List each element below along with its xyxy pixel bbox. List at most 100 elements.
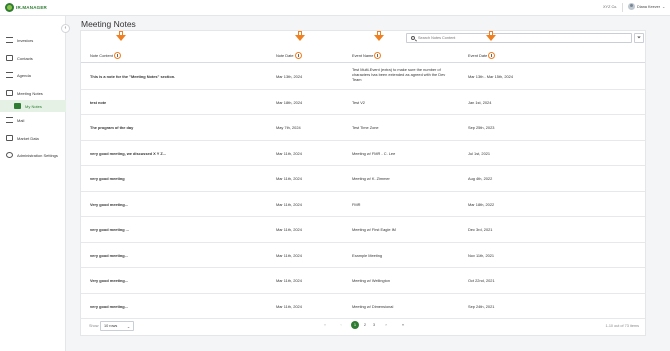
sidebar-item-label: My Notes [25,103,42,109]
table-row[interactable]: Very good meeting... Mar 11th, 2024 FMR … [81,192,645,217]
note-date-cell: May 7th, 2024 [276,125,301,130]
table-row[interactable]: The program of the day May 7th, 2024 Tes… [81,115,645,141]
annotation-arrow-icon [486,31,496,41]
note-date-cell: Mar 11th, 2024 [276,252,302,258]
filter-button[interactable]: ⏷ [634,33,644,43]
filter-icon: ⏷ [636,35,641,41]
first-page-button[interactable]: « [321,321,329,329]
agenda-icon [6,72,13,78]
sidebar-item-label: Meeting Notes [17,90,43,96]
page-title: Meeting Notes [81,19,136,29]
prev-page-button[interactable]: ‹ [337,321,345,329]
table-row[interactable]: very good meeting ... Mar 11th, 2024 Mee… [81,217,645,243]
table-row[interactable]: This is a note for the "Meeting Notes" s… [81,64,645,90]
search-input[interactable] [418,36,618,40]
event-name-cell: Meeting w/ Dimensional [352,303,394,309]
sidebar-item-label: Market Data [17,135,39,141]
note-date-cell: Mar 11th, 2024 [276,201,302,207]
sidebar-item-label: Investors [17,37,34,43]
item-count: 1-10 out of 73 items [605,324,639,328]
table-row[interactable]: Very good meeting... Mar 11th, 2024 Meet… [81,268,645,294]
page-button-2[interactable]: 2 [361,321,369,329]
table-row[interactable]: very good meeting... Mar 11th, 2024 Meet… [81,294,645,319]
table-row[interactable]: very good meeting, we discussed X Y Z...… [81,141,645,166]
column-header-event-name[interactable]: Event Name [352,52,382,59]
user-menu[interactable]: Diana Keever ⌄ [628,3,665,10]
sidebar-item-meeting-notes[interactable]: Meeting Notes [0,87,66,99]
event-date-cell: Mar 13th - Mar 15th, 2024 [468,74,513,79]
table-row[interactable]: test note Mar 18th, 2024 Test V2 Jan 1st… [81,90,645,115]
event-date-cell: Oct 22nd, 2021 [468,278,495,283]
sidebar-item-administration-settings[interactable]: Administration Settings [0,149,66,161]
company-name[interactable]: XYZ Co. [603,5,617,9]
user-name: Diana Keever [637,4,661,9]
event-name-cell: Example Meeting [352,252,383,258]
logo-icon [5,3,14,12]
sidebar-item-agenda[interactable]: Agenda [0,69,66,81]
investors-icon [6,37,13,43]
admin-settings-icon [6,152,13,158]
sidebar-item-investors[interactable]: Investors [0,34,66,46]
mail-icon [6,117,13,123]
meeting-notes-icon [6,90,13,96]
sidebar-item-contacts[interactable]: Contacts [0,52,66,64]
divider [622,3,623,12]
sidebar-item-label: Contacts [17,55,33,61]
note-date-cell: Mar 13th, 2024 [276,74,303,79]
market-data-icon [6,135,13,141]
chevron-down-icon: ⌄ [662,4,666,9]
note-date-cell: Mar 18th, 2024 [276,99,303,105]
event-name-cell: FMR [352,201,361,207]
sort-icon[interactable] [374,52,382,59]
note-content-cell: Very good meeting... [90,201,129,207]
next-page-button[interactable]: › [382,321,390,329]
event-name-cell: Meeting w/ Wellington [352,278,390,283]
note-content-cell: test note [90,99,107,105]
annotation-arrow-icon [116,31,126,41]
table-row[interactable]: very good meeting... Mar 11th, 2024 Exam… [81,243,645,268]
last-page-button[interactable]: » [399,321,407,329]
page-size-select[interactable]: 10 rows ⌄ [100,321,134,331]
page-size-value: 10 rows [104,324,118,328]
column-header-event-date[interactable]: Event Date [468,52,496,59]
sidebar: Investors Contacts Agenda Meeting Notes … [0,16,66,351]
page-button-3[interactable]: 3 [370,321,378,329]
event-date-cell: Dec 3rd, 2021 [468,227,493,232]
column-header-note-content[interactable]: Note Content [90,52,121,59]
top-bar: IR.MANAGER XYZ Co. Diana Keever ⌄ [0,0,670,16]
sort-icon[interactable] [294,52,302,59]
table-row[interactable]: very good meeting Mar 11th, 2024 Meeting… [81,166,645,192]
search-icon [411,36,415,40]
event-date-cell: Nov 11th, 2021 [468,252,495,258]
note-content-cell: very good meeting... [90,252,128,258]
contacts-icon [6,55,13,61]
event-date-cell: Jul 1st, 2021 [468,150,491,156]
note-content-cell: very good meeting ... [90,227,129,232]
brand-name: IR.MANAGER [16,5,47,10]
event-name-cell: Test Time Zone [352,125,379,130]
note-content-cell: very good meeting, we discussed X Y Z... [90,150,166,156]
show-label: Show [89,324,99,328]
event-name-cell: Test Multi-Event (extra) to make sure th… [352,67,446,82]
column-header-note-date[interactable]: Note Date [276,52,302,59]
note-content-cell: The program of the day [90,125,134,130]
sidebar-item-market-data[interactable]: Market Data [0,132,66,144]
app-logo[interactable]: IR.MANAGER [5,3,47,12]
column-header-label: Event Date [468,53,488,58]
search-box[interactable] [406,33,632,43]
note-date-cell: Mar 11th, 2024 [276,227,302,232]
sidebar-item-my-notes[interactable]: My Notes [0,100,66,112]
event-name-cell: Meeting w/ K. Zimmer [352,176,390,181]
page-button-1[interactable]: 1 [351,321,359,329]
event-date-cell: Aug 4th, 2022 [468,176,493,181]
sort-icon[interactable] [113,52,121,59]
note-content-cell: very good meeting [90,176,125,181]
sidebar-item-label: Mail [17,117,25,123]
sidebar-item-label: Agenda [17,72,31,78]
sidebar-collapse-button[interactable]: ‹ [61,24,70,33]
note-content-cell: This is a note for the "Meeting Notes" s… [90,74,176,79]
table-header: Note Content Note Date Event Name Event … [81,47,645,63]
sidebar-item-mail[interactable]: Mail [0,114,66,126]
sort-icon[interactable] [488,52,496,59]
event-date-cell: Jan 1st, 2024 [468,99,492,105]
